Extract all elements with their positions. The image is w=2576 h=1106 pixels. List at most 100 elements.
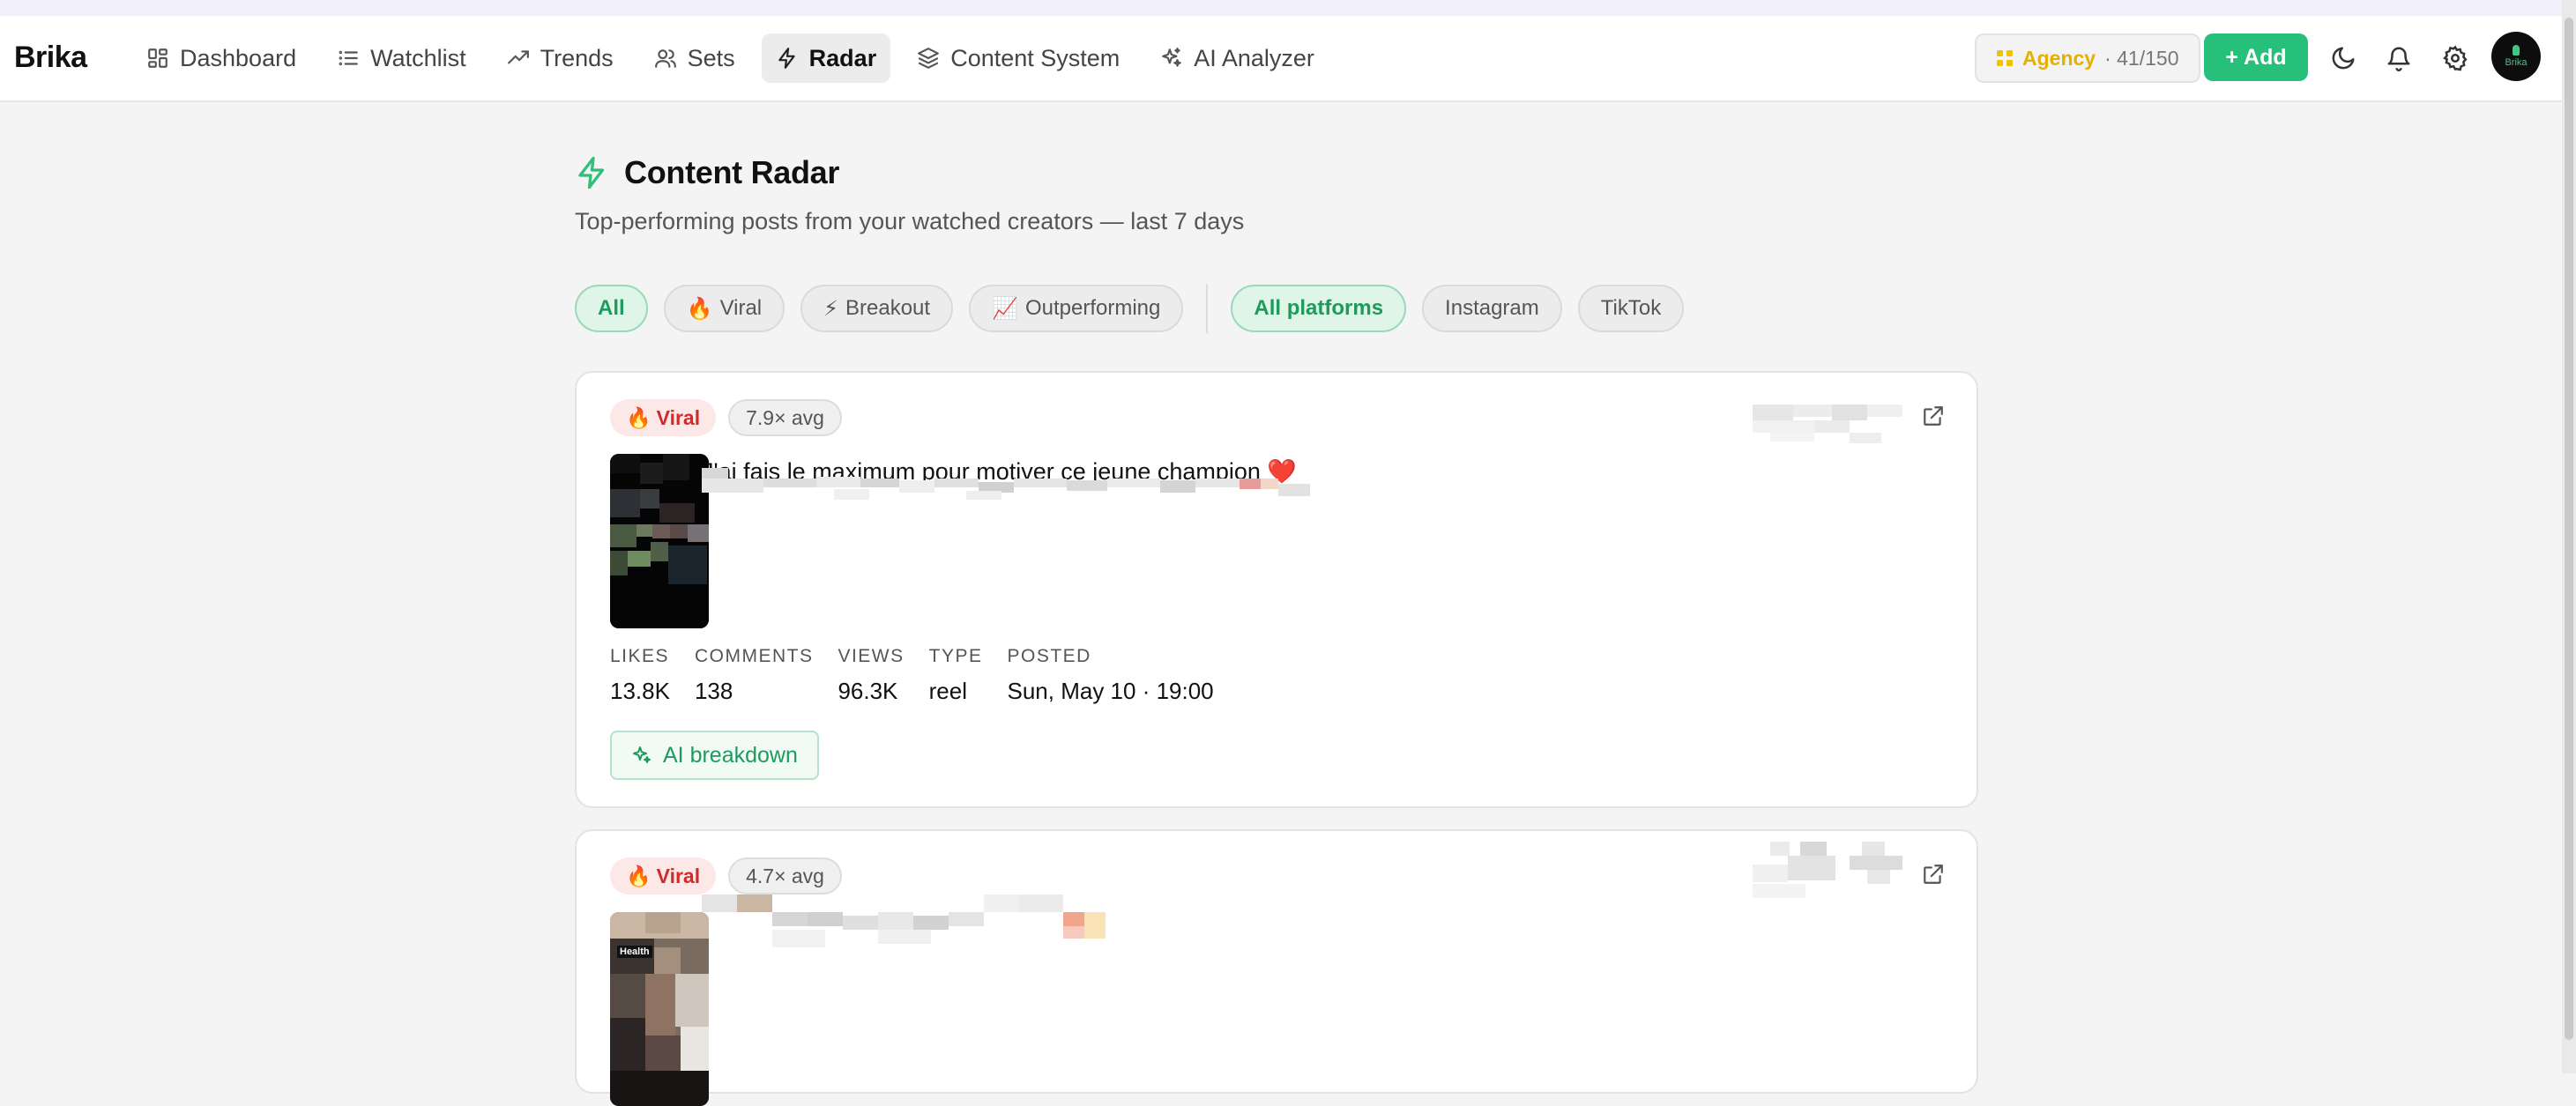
- scrollbar-thumb[interactable]: [2565, 18, 2573, 1040]
- filter-bar: All 🔥 Viral ⚡ Breakout 📈 Outperforming A…: [575, 284, 1685, 333]
- nav-item-trends[interactable]: Trends: [493, 33, 628, 83]
- thumbnail-image: [610, 912, 709, 1106]
- page-subtitle: Top-performing posts from your watched c…: [575, 208, 1245, 234]
- nav-item-label: AI Analyzer: [1194, 44, 1314, 71]
- trend-icon: [507, 50, 529, 64]
- lightning-icon: ⚡: [823, 296, 838, 321]
- top-strip: [0, 0, 2576, 16]
- nav-item-label: Trends: [540, 44, 614, 71]
- list-icon: [339, 50, 358, 66]
- nav-item-ai-analyzer[interactable]: AI Analyzer: [1146, 33, 1329, 83]
- chart-up-icon: 📈: [992, 296, 1018, 321]
- dashboard-icon: [148, 48, 168, 68]
- nav-item-label: Watchlist: [370, 44, 466, 71]
- add-button[interactable]: + Add: [2204, 33, 2308, 81]
- ai-breakdown-button[interactable]: AI breakdown: [610, 731, 819, 780]
- moon-icon: [2332, 47, 2355, 70]
- post-thumbnail[interactable]: [610, 454, 709, 628]
- users-icon: [654, 49, 676, 68]
- post-stats: LIKES 13.8K COMMENTS 138 VIEWS 96.3K TYP…: [610, 646, 1214, 705]
- creator-handle-pixelated: [1753, 405, 1902, 443]
- theme-toggle-button[interactable]: [2327, 42, 2359, 74]
- nav-item-watchlist[interactable]: Watchlist: [323, 33, 480, 83]
- fire-icon: 🔥: [686, 296, 713, 321]
- post-thumbnail[interactable]: Health: [610, 912, 709, 1106]
- stat-label: LIKES: [610, 646, 670, 666]
- bolt-icon: [578, 156, 605, 189]
- gear-icon: [2443, 45, 2468, 71]
- nav-item-label: Content System: [950, 44, 1120, 71]
- stat-label: COMMENTS: [694, 646, 814, 666]
- filter-chip-outperforming[interactable]: 📈 Outperforming: [969, 285, 1184, 332]
- stat-type: TYPE reel: [929, 646, 983, 705]
- thumbnail-overlay-text: Health: [617, 946, 652, 958]
- chip-label: Viral: [719, 296, 763, 320]
- layers-icon: [918, 48, 940, 69]
- filter-chip-all[interactable]: All: [575, 285, 648, 332]
- nav-item-label: Sets: [687, 44, 735, 71]
- filter-chip-breakout[interactable]: ⚡ Breakout: [800, 285, 954, 332]
- brand-logo[interactable]: Brika: [14, 41, 87, 75]
- plan-name: Agency: [2022, 46, 2096, 70]
- stat-posted: POSTED Sun, May 10 · 19:00: [1008, 646, 1214, 705]
- bell-icon: [2387, 47, 2410, 71]
- scrollbar[interactable]: [2562, 0, 2576, 1073]
- plan-badge[interactable]: Agency · 41/150: [1975, 33, 2200, 83]
- creator-handle-pixelated: [1753, 842, 1902, 898]
- fire-icon: 🔥: [626, 864, 651, 887]
- post-badges: 🔥 Viral 7.9× avg: [610, 399, 842, 436]
- filter-divider: [1206, 284, 1209, 333]
- stat-value: 96.3K: [838, 678, 898, 704]
- platform-chip-instagram[interactable]: Instagram: [1422, 285, 1562, 332]
- nav-item-sets[interactable]: Sets: [640, 33, 749, 83]
- sparkles-icon: [633, 746, 651, 763]
- viral-badge: 🔥 Viral: [610, 857, 717, 894]
- stat-comments: COMMENTS 138: [695, 646, 814, 705]
- post-badges: 🔥 Viral 4.7× avg: [610, 857, 842, 894]
- page-header: Content Radar: [575, 154, 839, 191]
- stat-views: VIEWS 96.3K: [838, 646, 904, 705]
- sparkles-icon: [1162, 48, 1182, 67]
- post-card: 🔥 Viral 7.9× avg J'ai fais le maximum po…: [575, 371, 1978, 808]
- settings-button[interactable]: [2439, 42, 2471, 74]
- avg-multiplier-badge: 4.7× avg: [728, 857, 842, 894]
- external-link-icon[interactable]: [1922, 405, 1945, 427]
- post-caption: J'ai fais le maximum pour motiver ce jeu…: [702, 457, 1310, 510]
- caption-pixelation-overlay: [702, 468, 1310, 500]
- post-card: 🔥 Viral 4.7× avg Health: [575, 829, 1978, 1106]
- stat-label: TYPE: [928, 646, 983, 666]
- nav-item-label: Dashboard: [180, 44, 297, 71]
- stat-label: VIEWS: [838, 646, 905, 666]
- main-nav: Dashboard Watchlist Trends Sets Radar Co…: [132, 33, 1329, 83]
- chip-label: All platforms: [1254, 296, 1384, 320]
- viral-badge: 🔥 Viral: [610, 399, 717, 436]
- platform-chip-all[interactable]: All platforms: [1231, 285, 1407, 332]
- plan-usage: · 41/150: [2104, 46, 2179, 70]
- stat-value: Sun, May 10 · 19:00: [1007, 678, 1214, 704]
- stat-likes: LIKES 13.8K: [610, 646, 670, 705]
- external-link-icon[interactable]: [1922, 863, 1945, 886]
- avg-multiplier-badge: 7.9× avg: [728, 399, 842, 436]
- notifications-button[interactable]: [2383, 42, 2415, 74]
- chip-label: Instagram: [1445, 296, 1539, 320]
- chip-label: TikTok: [1600, 296, 1662, 320]
- stat-value: 13.8K: [610, 678, 670, 704]
- top-navigation-bar: Brika Dashboard Watchlist Trends Sets Ra…: [0, 16, 2576, 102]
- stat-label: POSTED: [1007, 646, 1091, 666]
- nav-item-content-system[interactable]: Content System: [903, 33, 1134, 83]
- avatar[interactable]: Brika: [2491, 32, 2541, 81]
- bolt-icon: [778, 48, 795, 69]
- badge-label: Viral: [656, 405, 701, 429]
- fire-icon: 🔥: [626, 405, 651, 429]
- avatar-label: Brika: [2505, 57, 2528, 68]
- chip-label: Breakout: [845, 296, 931, 320]
- platform-chip-tiktok[interactable]: TikTok: [1577, 285, 1685, 332]
- chip-label: Outperforming: [1024, 296, 1161, 320]
- grid-icon: [1997, 50, 2013, 66]
- filter-chip-viral[interactable]: 🔥 Viral: [663, 285, 785, 332]
- nav-item-dashboard[interactable]: Dashboard: [132, 33, 310, 83]
- avatar-mark: [2513, 45, 2520, 56]
- nav-item-label: Radar: [808, 44, 877, 71]
- stat-value: reel: [928, 678, 967, 704]
- nav-item-radar[interactable]: Radar: [761, 33, 891, 83]
